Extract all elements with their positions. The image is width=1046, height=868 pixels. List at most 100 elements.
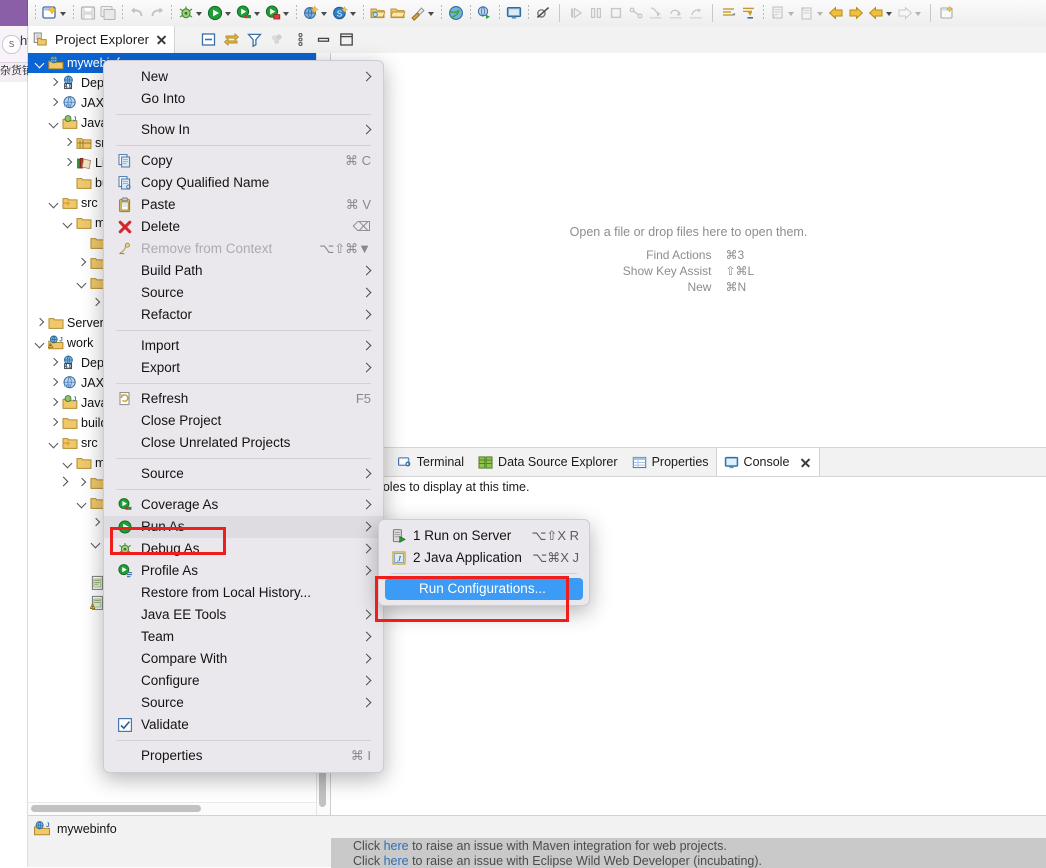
chevron-right-icon[interactable] [90,293,102,313]
chevron-down-icon[interactable] [34,333,46,353]
minimize-icon[interactable] [315,31,332,48]
menu-item-export[interactable]: Export [104,357,383,379]
menu-item-coverage-as[interactable]: Coverage As [104,494,383,516]
chevron-down-icon[interactable] [76,273,88,293]
chevron-right-icon[interactable] [48,393,60,413]
chevron-right-icon[interactable] [48,353,60,373]
menu-item-refresh[interactable]: RefreshF5 [104,388,383,410]
menu-item-paste[interactable]: Paste⌘ V [104,194,383,216]
menu-item-refactor[interactable]: Refactor [104,304,383,326]
toolbar-new-editor[interactable] [937,0,957,26]
chevron-down-icon[interactable] [34,53,46,73]
toolbar-redo[interactable] [147,0,167,26]
chevron-right-icon[interactable] [62,133,74,153]
chevron-right-icon[interactable] [76,473,88,493]
toolbar-new-wizard[interactable] [40,0,69,26]
close-icon[interactable] [155,33,168,46]
toolbar-skip-breakpoints[interactable] [533,0,553,26]
tab-project-explorer[interactable]: Project Explorer [29,26,175,53]
toolbar-last-edit-location[interactable] [768,0,797,26]
toolbar-step-into[interactable] [646,0,666,26]
menu-item-run-configurations[interactable]: Run Configurations... [385,578,583,600]
chevron-down-icon[interactable] [349,4,358,22]
toolbar-new-server[interactable] [301,0,330,26]
menu-item-copy[interactable]: Copy⌘ C [104,150,383,172]
chevron-right-icon[interactable] [76,253,88,273]
toolbar-next-annotation[interactable] [719,0,739,26]
chevron-right-icon[interactable] [34,313,46,333]
menu-item-run-as[interactable]: Run As [104,516,383,538]
bottom-tab[interactable]: Console [716,448,821,476]
toolbar-suspend[interactable] [586,0,606,26]
menu-item-show-in[interactable]: Show In [104,119,383,141]
toolbar-web-browser[interactable] [446,0,466,26]
chevron-down-icon[interactable] [90,533,102,553]
menu-item-copy-qualified-name[interactable]: Copy Qualified Name [104,172,383,194]
menu-item-compare-with[interactable]: Compare With [104,648,383,670]
toolbar-save[interactable] [78,0,98,26]
toolbar-search[interactable] [739,0,759,26]
chevron-right-icon[interactable] [90,513,102,533]
toolbar-coverage[interactable] [234,0,263,26]
chevron-right-icon[interactable] [48,93,60,113]
menu-item-delete[interactable]: Delete⌫ [104,216,383,238]
menu-item-configure[interactable]: Configure [104,670,383,692]
chevron-down-icon[interactable] [224,4,233,22]
toolbar-step-over[interactable] [666,0,686,26]
menu-item-new[interactable]: New [104,66,383,88]
chevron-down-icon[interactable] [48,193,60,213]
menu-item-debug-as[interactable]: Debug As [104,538,383,560]
menu-item-close-unrelated-projects[interactable]: Close Unrelated Projects [104,432,383,454]
menu-item-source[interactable]: Source [104,692,383,714]
menu-item-team[interactable]: Team [104,626,383,648]
toolbar-open-perspective[interactable] [475,0,495,26]
menu-item-validate[interactable]: Validate [104,714,383,736]
chevron-down-icon[interactable] [427,4,436,22]
tree-horizontal-scroll-thumb[interactable] [31,805,201,812]
chevron-right-icon[interactable] [62,153,74,173]
maximize-icon[interactable] [338,31,355,48]
toolbar-forward[interactable] [846,0,866,26]
link-editor-icon[interactable] [223,31,240,48]
menu-item-java-ee-tools[interactable]: Java EE Tools [104,604,383,626]
toolbar-spring-boot[interactable]: S [330,0,359,26]
collapse-all-icon[interactable] [200,31,217,48]
chevron-down-icon[interactable] [320,4,329,22]
filter-funnel-icon[interactable] [246,31,263,48]
bottom-tab[interactable]: Data Source Explorer [471,448,625,476]
view-menu-icon[interactable] [292,31,309,48]
chevron-down-icon[interactable] [76,493,88,513]
chevron-down-icon[interactable] [195,4,204,22]
bottom-panel-expand-chevron-icon[interactable] [58,474,70,488]
chevron-down-icon[interactable] [48,433,60,453]
bottom-tab[interactable]: Terminal [390,448,471,476]
toolbar-back[interactable] [826,0,846,26]
menu-item-source[interactable]: Source [104,463,383,485]
chevron-down-icon[interactable] [62,213,74,233]
menu-item-1-run-on-server[interactable]: 1 Run on Server⌥⇧X R [379,525,589,547]
footer-here-link[interactable]: here [384,839,409,853]
chevron-down-icon[interactable] [59,4,68,22]
chevron-right-icon[interactable] [48,413,60,433]
chevron-down-icon[interactable] [787,4,796,22]
toolbar-undo[interactable] [127,0,147,26]
toolbar-next-page[interactable] [895,0,924,26]
toolbar-step-return[interactable] [686,0,706,26]
bottom-tab[interactable]: Properties [625,448,716,476]
menu-item-build-path[interactable]: Build Path [104,260,383,282]
project-context-menu[interactable]: NewGo IntoShow InCopy⌘ CCopy Qualified N… [103,60,384,773]
chevron-right-icon[interactable] [48,373,60,393]
menu-item-restore-from-local-history[interactable]: Restore from Local History... [104,582,383,604]
chevron-right-icon[interactable] [48,73,60,93]
menu-item-close-project[interactable]: Close Project [104,410,383,432]
toolbar-save-all[interactable] [98,0,118,26]
toolbar-prev-page[interactable] [866,0,895,26]
toolbar-run[interactable] [205,0,234,26]
menu-item-2-java-application[interactable]: J2 Java Application⌥⌘X J [379,547,589,569]
toolbar-debug[interactable] [176,0,205,26]
toolbar-profile[interactable] [263,0,292,26]
toolbar-terminal[interactable] [504,0,524,26]
chevron-down-icon[interactable] [253,4,262,22]
toolbar-open-type[interactable] [368,0,388,26]
chevron-down-icon[interactable] [282,4,291,22]
